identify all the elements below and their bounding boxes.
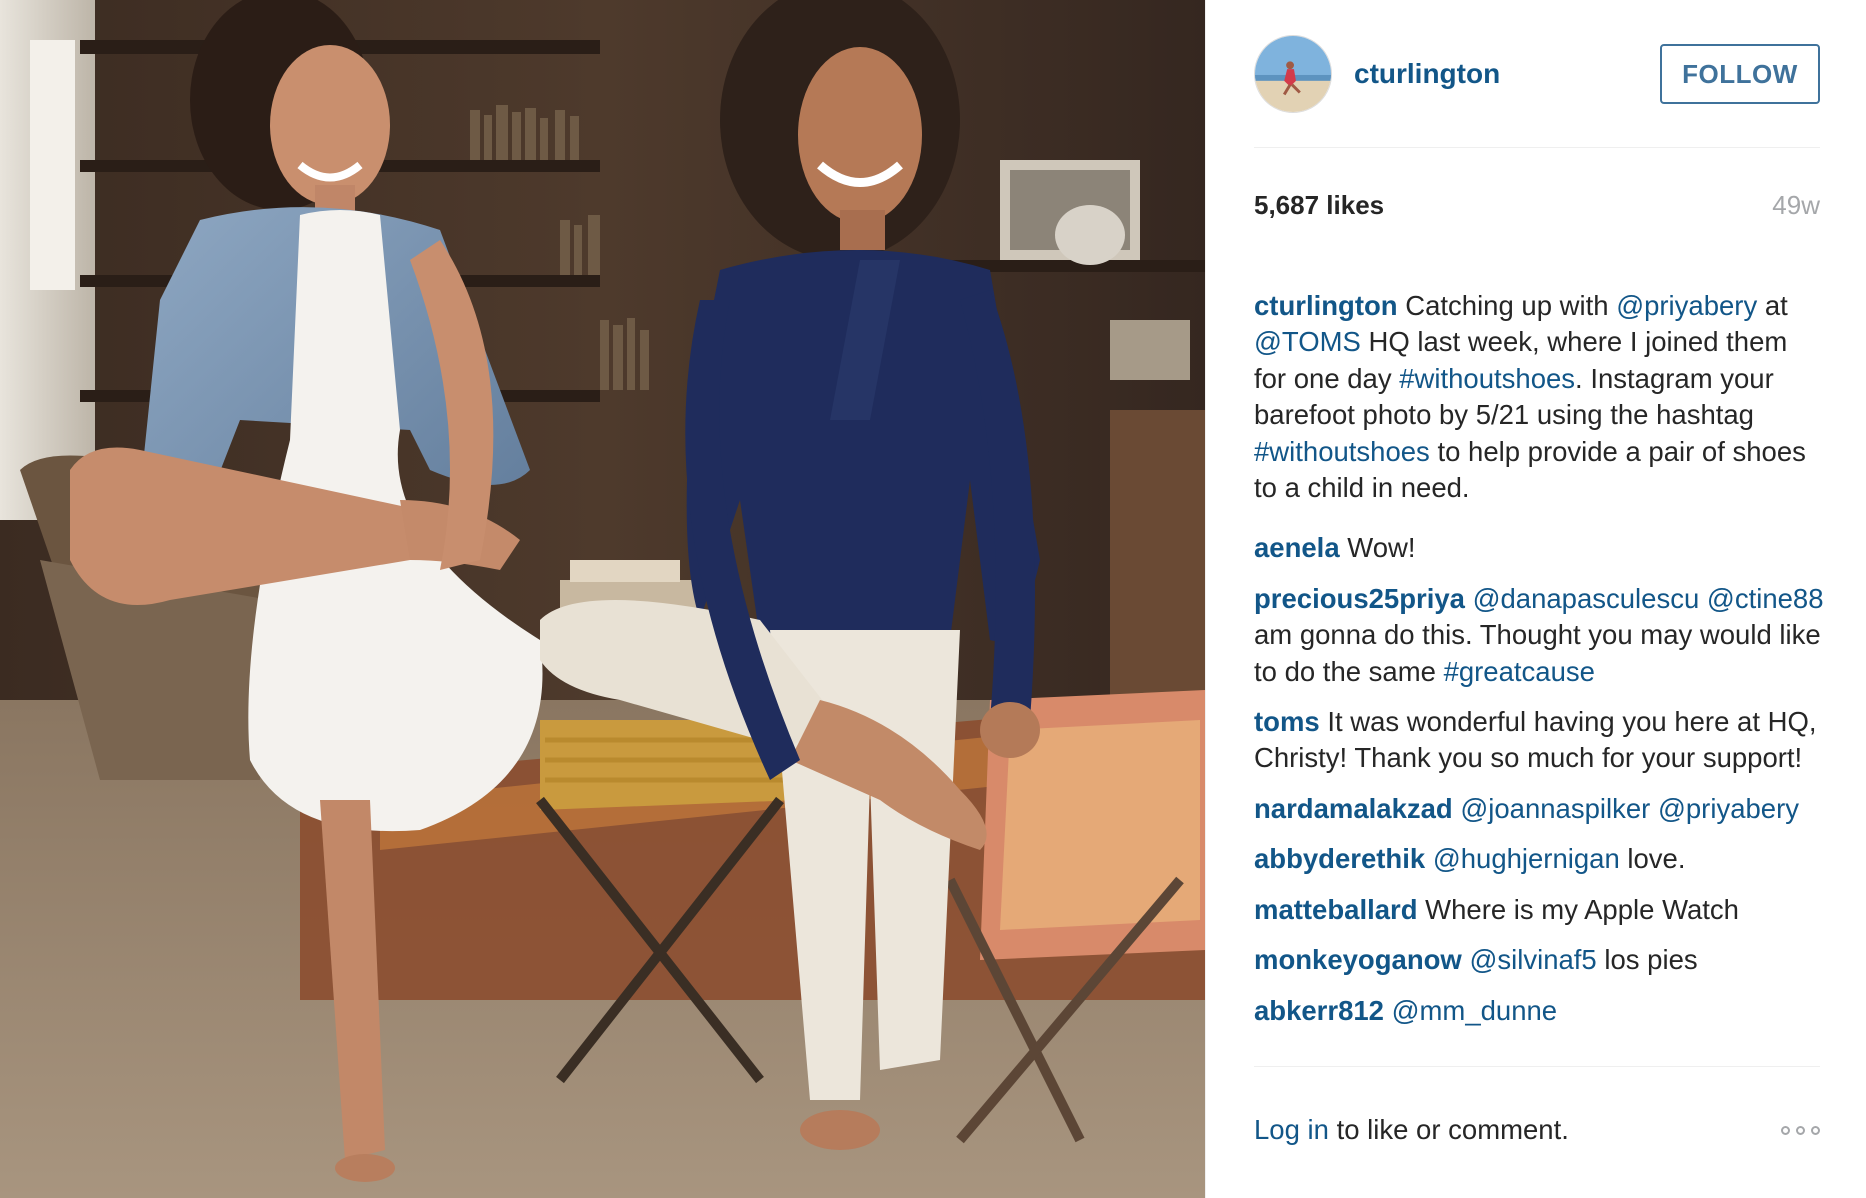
mention-link[interactable]: @ctine88: [1707, 583, 1824, 614]
comment-list: cturlington Catching up with @priyabery …: [1254, 288, 1826, 1043]
mention-link[interactable]: @priyabery: [1616, 290, 1757, 321]
mention-link[interactable]: @TOMS: [1254, 326, 1361, 357]
post-header: cturlington FOLLOW: [1254, 28, 1820, 120]
avatar-image: [1255, 36, 1331, 112]
comment-text: Wow!: [1347, 532, 1416, 564]
mention-link[interactable]: @hughjernigan: [1433, 843, 1620, 874]
comment-author[interactable]: toms: [1254, 706, 1320, 737]
comment-text: los pies: [1596, 944, 1698, 976]
caption-text: Catching up with: [1405, 290, 1617, 321]
more-options-icon[interactable]: [1781, 1122, 1820, 1139]
comment-item: precious25priya @danapasculescu @ctine88…: [1254, 581, 1826, 690]
post-side-panel: cturlington FOLLOW 5,687 likes 49w cturl…: [1205, 0, 1866, 1198]
comment-item: abbyderethik @hughjernigan love.: [1254, 841, 1826, 877]
comment-author[interactable]: nardamalakzad: [1254, 793, 1453, 824]
mention-link[interactable]: @joannaspilker: [1460, 793, 1650, 824]
comment-text: It was wonderful having you here at HQ, …: [1254, 706, 1817, 774]
hashtag-link[interactable]: #withoutshoes: [1254, 436, 1430, 467]
comment-item: toms It was wonderful having you here at…: [1254, 704, 1826, 777]
comment-item: monkeyoganow @silvinaf5 los pies: [1254, 942, 1826, 978]
comment-author[interactable]: abkerr812: [1254, 995, 1384, 1026]
caption: cturlington Catching up with @priyabery …: [1254, 288, 1826, 506]
avatar[interactable]: [1254, 35, 1332, 113]
comment-author[interactable]: abbyderethik: [1254, 843, 1425, 874]
mention-link[interactable]: @priyabery: [1658, 793, 1799, 824]
mention-link[interactable]: @mm_dunne: [1392, 995, 1558, 1026]
post-age[interactable]: 49w: [1772, 190, 1820, 221]
comment-author[interactable]: monkeyoganow: [1254, 944, 1462, 975]
comment-text: Where is my Apple Watch: [1425, 893, 1739, 925]
comment-author[interactable]: matteballard: [1254, 894, 1418, 925]
footer-divider: [1254, 1066, 1820, 1067]
comment-author[interactable]: aenela: [1254, 532, 1340, 563]
comment-item: aenela Wow!: [1254, 530, 1826, 566]
comment-text: love.: [1619, 843, 1686, 875]
login-link[interactable]: Log in: [1254, 1114, 1329, 1146]
header-divider: [1254, 147, 1820, 148]
instagram-post: cturlington FOLLOW 5,687 likes 49w cturl…: [0, 0, 1866, 1198]
likes-count[interactable]: 5,687 likes: [1254, 190, 1384, 221]
hashtag-link[interactable]: #withoutshoes: [1399, 363, 1575, 394]
caption-text: at: [1757, 290, 1788, 321]
mention-link[interactable]: @danapasculescu: [1473, 583, 1700, 614]
photo-illustration: [0, 0, 1205, 1198]
comment-item: matteballard Where is my Apple Watch: [1254, 892, 1826, 928]
post-photo[interactable]: [0, 0, 1205, 1198]
caption-author[interactable]: cturlington: [1254, 290, 1398, 321]
hashtag-link[interactable]: #greatcause: [1444, 656, 1595, 687]
more-dot: [1796, 1125, 1805, 1135]
post-author-username[interactable]: cturlington: [1354, 58, 1500, 90]
post-stats: 5,687 likes 49w: [1254, 190, 1820, 221]
comment-item: abkerr812 @mm_dunne: [1254, 993, 1826, 1029]
login-prompt-text: to like or comment.: [1328, 1114, 1569, 1145]
more-dot: [1811, 1125, 1820, 1135]
mention-link[interactable]: @silvinaf5: [1469, 944, 1596, 975]
post-footer: Log in to like or comment.: [1254, 1114, 1820, 1146]
comment-item: nardamalakzad @joannaspilker @priyabery: [1254, 791, 1826, 827]
more-dot: [1781, 1125, 1790, 1135]
follow-button[interactable]: FOLLOW: [1660, 44, 1820, 104]
comment-author[interactable]: precious25priya: [1254, 583, 1465, 614]
